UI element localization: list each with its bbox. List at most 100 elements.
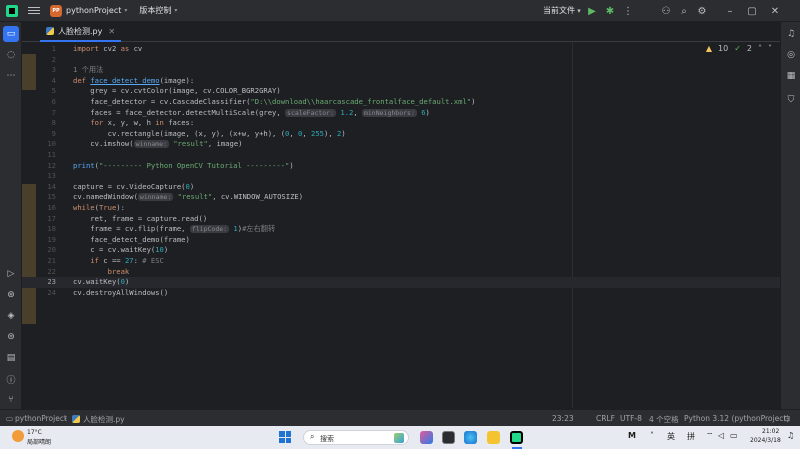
- code-line[interactable]: 17 ret, frame = capture.read(): [22, 214, 780, 225]
- line-number[interactable]: 2: [36, 55, 56, 66]
- weather-icon[interactable]: [12, 430, 24, 442]
- code-line[interactable]: 12 print("--------- Python OpenCV Tutoria…: [22, 161, 780, 172]
- line-number[interactable]: 19: [36, 235, 56, 246]
- code-line[interactable]: 15 cv.namedWindow(winname: "result", cv.W…: [22, 192, 780, 203]
- line-number[interactable]: 10: [36, 139, 56, 150]
- add-user-icon[interactable]: ⚇: [659, 4, 673, 18]
- line-number[interactable]: 1: [36, 44, 56, 55]
- file-explorer-icon[interactable]: [487, 431, 500, 444]
- code-line[interactable]: 14 capture = cv.VideoCapture(0): [22, 182, 780, 193]
- main-menu-button[interactable]: [26, 4, 42, 18]
- ime-language[interactable]: 英: [667, 431, 675, 442]
- structure-icon[interactable]: ▦: [783, 68, 799, 84]
- line-number[interactable]: 4: [36, 76, 56, 87]
- search-icon[interactable]: ⌕: [677, 4, 691, 18]
- notifications-icon[interactable]: ♫: [783, 26, 799, 42]
- maximize-icon[interactable]: ▢: [745, 4, 759, 18]
- line-number[interactable]: 6: [36, 97, 56, 108]
- code-line[interactable]: 5 grey = cv.cvtColor(image, cv.COLOR_BGR…: [22, 86, 780, 97]
- line-number[interactable]: 7: [36, 108, 56, 119]
- code-text[interactable]: frame = cv.flip(frame, flipCode: 1)#左右翻转: [73, 224, 275, 235]
- caret-position[interactable]: 23:23: [552, 414, 574, 423]
- git-icon[interactable]: ⑂: [3, 392, 19, 408]
- terminal-icon[interactable]: ▤: [3, 350, 19, 366]
- code-text[interactable]: grey = cv.cvtColor(image, cv.COLOR_BGR2G…: [73, 86, 280, 97]
- battery-icon[interactable]: ▭: [730, 431, 738, 440]
- wifi-icon[interactable]: ⌔: [706, 431, 714, 441]
- code-line[interactable]: 6 face_detector = cv.CascadeClassifier("…: [22, 97, 780, 108]
- run-tool-icon[interactable]: ▷: [3, 266, 19, 282]
- notification-bell-icon[interactable]: ♫: [787, 431, 794, 440]
- start-button[interactable]: [279, 431, 291, 443]
- code-text[interactable]: c = cv.waitKey(10): [73, 245, 168, 256]
- minimize-icon[interactable]: –: [723, 4, 737, 18]
- code-line[interactable]: 19 face_detect_demo(frame): [22, 235, 780, 246]
- line-number[interactable]: 14: [36, 182, 56, 193]
- edge-icon[interactable]: [464, 431, 477, 444]
- code-text[interactable]: break: [73, 267, 130, 278]
- code-text[interactable]: ret, frame = capture.read(): [73, 214, 207, 225]
- code-line[interactable]: 22 break: [22, 267, 780, 278]
- ime-mode[interactable]: 拼: [687, 431, 695, 442]
- pycharm-taskbar-icon[interactable]: [510, 431, 523, 444]
- code-line[interactable]: 3 1 个用法: [22, 65, 780, 76]
- code-text[interactable]: while(True):: [73, 203, 125, 214]
- code-line[interactable]: 13: [22, 171, 780, 182]
- code-text[interactable]: faces = face_detector.detectMultiScale(g…: [73, 108, 430, 119]
- code-line[interactable]: 23 cv.waitKey(0): [22, 277, 780, 288]
- line-number[interactable]: 13: [36, 171, 56, 182]
- code-line[interactable]: 24 cv.destroyAllWindows(): [22, 288, 780, 299]
- line-number[interactable]: 8: [36, 118, 56, 129]
- line-number[interactable]: 20: [36, 245, 56, 256]
- line-number[interactable]: 17: [36, 214, 56, 225]
- line-number[interactable]: 16: [36, 203, 56, 214]
- weather-temperature[interactable]: 17°C: [27, 429, 42, 436]
- database-icon[interactable]: ◎: [783, 47, 799, 63]
- code-line[interactable]: 9 cv.rectangle(image, (x, y), (x+w, y+h)…: [22, 129, 780, 140]
- code-line[interactable]: 21 if c == 27: # ESC: [22, 256, 780, 267]
- code-text[interactable]: 1 个用法: [73, 65, 103, 76]
- code-text[interactable]: if c == 27: # ESC: [73, 256, 164, 267]
- more-actions-icon[interactable]: ⋮: [621, 4, 635, 18]
- project-badge[interactable]: PP: [50, 4, 62, 17]
- code-text[interactable]: cv.imshow(winname: "result", image): [73, 139, 242, 150]
- close-icon[interactable]: ✕: [108, 27, 115, 36]
- project-name[interactable]: pythonProject: [66, 6, 121, 15]
- copilot-icon[interactable]: [420, 431, 433, 444]
- code-text[interactable]: cv.rectangle(image, (x, y), (x+w, y+h), …: [73, 129, 346, 140]
- more-tools-icon[interactable]: ⋯: [3, 68, 19, 84]
- code-line[interactable]: 11: [22, 150, 780, 161]
- weather-description[interactable]: 局部晴朗: [27, 437, 51, 446]
- line-number[interactable]: 23: [36, 277, 56, 288]
- chevron-up-icon[interactable]: ˄: [650, 431, 654, 440]
- code-line[interactable]: 8 for x, y, w, h in faces:: [22, 118, 780, 129]
- breadcrumb-project[interactable]: pythonProject: [15, 414, 67, 423]
- line-number[interactable]: 5: [36, 86, 56, 97]
- code-line[interactable]: 7 faces = face_detector.detectMultiScale…: [22, 108, 780, 119]
- task-view-icon[interactable]: [442, 431, 455, 444]
- run-config-selector[interactable]: 当前文件: [543, 5, 575, 16]
- editor-tab[interactable]: 人脸检测.py ✕: [40, 22, 122, 42]
- chevron-down-icon[interactable]: ▾: [174, 7, 177, 14]
- clock-date[interactable]: 2024/3/18: [750, 437, 781, 444]
- line-number[interactable]: 22: [36, 267, 56, 278]
- code-line[interactable]: 18 frame = cv.flip(frame, flipCode: 1)#左…: [22, 224, 780, 235]
- vcs-widget[interactable]: 版本控制: [139, 5, 171, 16]
- chevron-down-icon[interactable]: ▾: [124, 7, 127, 14]
- code-line[interactable]: 10 cv.imshow(winname: "result", image): [22, 139, 780, 150]
- line-number[interactable]: 9: [36, 129, 56, 140]
- tray-app-icon[interactable]: M: [628, 431, 636, 440]
- lock-icon[interactable]: ⊡: [784, 414, 790, 423]
- line-number[interactable]: 15: [36, 192, 56, 203]
- run-icon[interactable]: ▶: [585, 4, 599, 18]
- code-line[interactable]: 2: [22, 55, 780, 66]
- code-text[interactable]: capture = cv.VideoCapture(0): [73, 182, 194, 193]
- gear-icon[interactable]: ⚙: [695, 4, 709, 18]
- code-line[interactable]: 16 while(True):: [22, 203, 780, 214]
- problems-icon[interactable]: ⓘ: [3, 371, 19, 387]
- line-number[interactable]: 21: [36, 256, 56, 267]
- line-number[interactable]: 11: [36, 150, 56, 161]
- clock-time[interactable]: 21:02: [762, 428, 779, 435]
- line-number[interactable]: 24: [36, 288, 56, 299]
- breadcrumb-file[interactable]: 人脸检测.py: [83, 414, 125, 425]
